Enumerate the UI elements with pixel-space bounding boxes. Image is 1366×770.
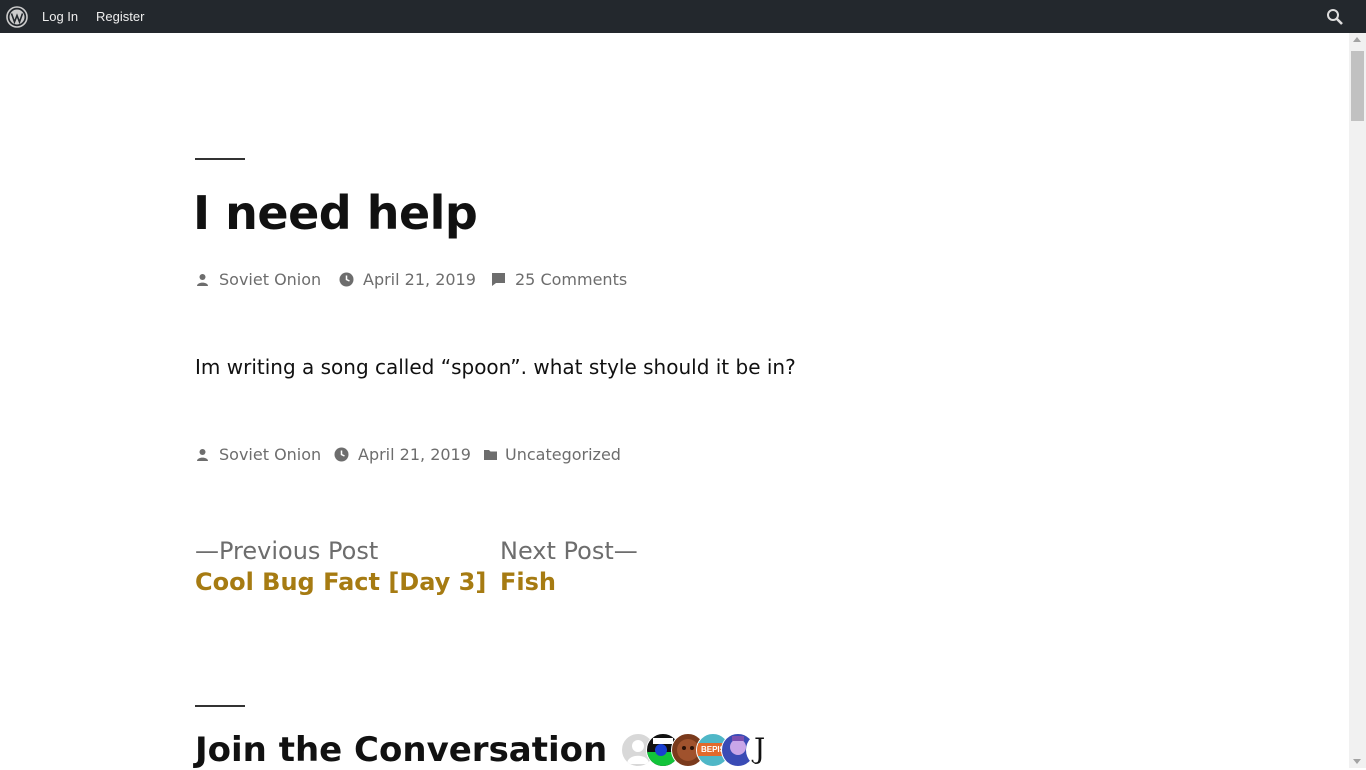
- previous-post-label: —Previous Post: [195, 537, 379, 565]
- comments-section-title: Join the Conversation: [195, 730, 608, 770]
- scroll-up-arrow-icon[interactable]: [1353, 37, 1361, 42]
- avatar: J: [746, 733, 780, 767]
- next-post-title[interactable]: Fish: [500, 565, 638, 599]
- admin-bar: Log In Register: [0, 0, 1366, 33]
- person-icon: [197, 449, 208, 461]
- next-post-link[interactable]: Next Post— Fish: [500, 537, 638, 599]
- footer-author-link[interactable]: Soviet Onion: [219, 445, 321, 464]
- folder-icon: [484, 450, 497, 460]
- post-date-link[interactable]: April 21, 2019: [363, 270, 476, 289]
- login-link[interactable]: Log In: [42, 9, 78, 24]
- page-scrollbar[interactable]: [1349, 33, 1366, 768]
- register-link[interactable]: Register: [96, 9, 144, 24]
- search-icon[interactable]: [1326, 8, 1344, 26]
- post-meta-bottom: Soviet Onion April 21, 2019 Uncategorize…: [195, 445, 895, 467]
- wordpress-logo-icon[interactable]: [6, 6, 28, 28]
- commenter-avatars: BEPIS J: [621, 733, 781, 767]
- title-divider: [195, 158, 245, 160]
- avatar-letter: J: [754, 733, 766, 765]
- footer-date-link[interactable]: April 21, 2019: [358, 445, 471, 464]
- clock-icon: [339, 272, 354, 287]
- comments-divider: [195, 705, 245, 707]
- previous-post-link[interactable]: —Previous Post Cool Bug Fact [Day 3]: [195, 537, 486, 599]
- scroll-down-arrow-icon[interactable]: [1353, 759, 1361, 764]
- person-icon: [197, 274, 208, 286]
- post-title: I need help: [193, 186, 478, 240]
- next-post-label: Next Post—: [500, 537, 638, 565]
- clock-icon: [334, 447, 349, 462]
- post-content: Im writing a song called “spoon”. what s…: [195, 355, 796, 379]
- post-author-link[interactable]: Soviet Onion: [219, 270, 321, 289]
- previous-post-title[interactable]: Cool Bug Fact [Day 3]: [195, 565, 486, 599]
- post-meta-top: Soviet Onion April 21, 2019 25 Comments: [195, 270, 895, 292]
- post-comments-link[interactable]: 25 Comments: [515, 270, 627, 289]
- category-link[interactable]: Uncategorized: [505, 445, 621, 464]
- scrollbar-thumb[interactable]: [1351, 51, 1364, 121]
- comment-icon: [492, 273, 505, 286]
